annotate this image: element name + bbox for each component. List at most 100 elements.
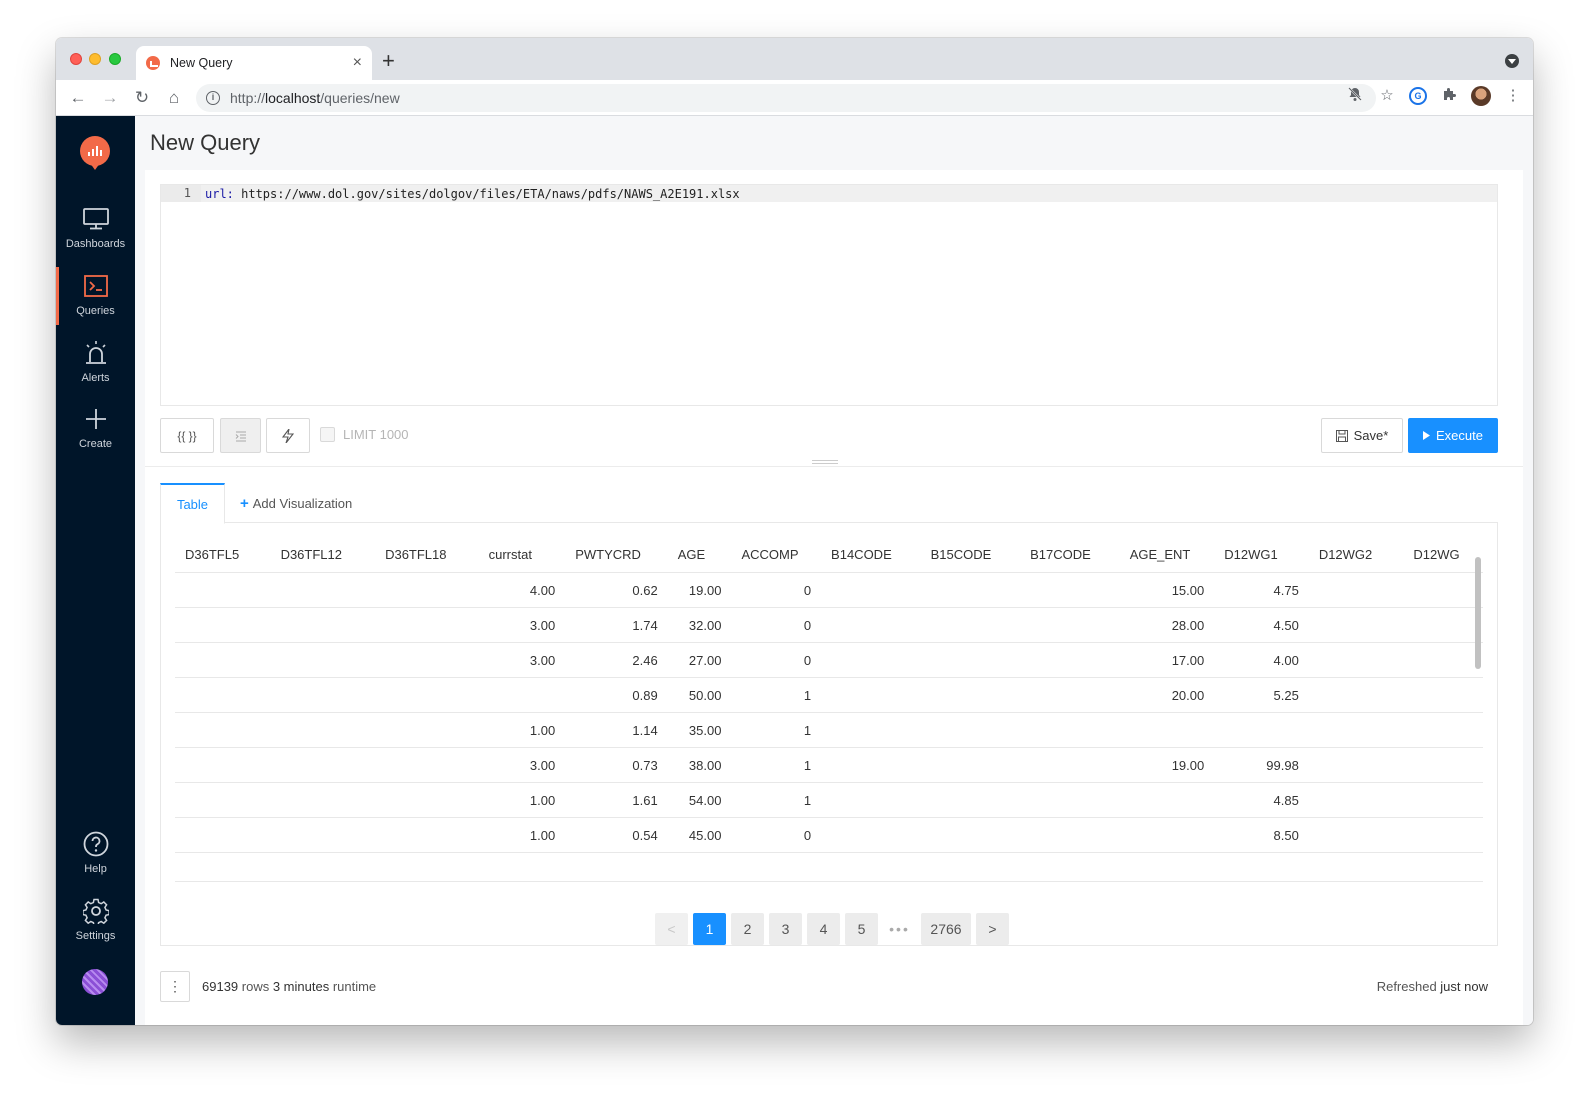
organization-avatar[interactable] xyxy=(82,969,108,995)
page-1-button[interactable]: 1 xyxy=(693,913,726,945)
table-row: 3.00 1.74 32.00 0 28.00 4.50 xyxy=(175,608,1483,643)
vertical-scrollbar[interactable] xyxy=(1475,557,1481,669)
last-page-button[interactable]: 2766 xyxy=(921,913,971,945)
lightning-icon xyxy=(282,428,294,443)
plus-icon xyxy=(56,404,135,434)
execute-button[interactable]: Execute xyxy=(1408,418,1498,453)
kebab-menu-icon[interactable]: ⋮ xyxy=(1503,86,1523,106)
refreshed-status: Refreshed just now xyxy=(1377,979,1488,994)
star-icon[interactable]: ☆ xyxy=(1377,86,1397,106)
tab-table[interactable]: Table xyxy=(160,483,225,524)
add-visualization-button[interactable]: + Add Visualization xyxy=(240,495,352,512)
table-row: 0.89 50.00 1 20.00 5.25 xyxy=(175,678,1483,713)
checkbox[interactable] xyxy=(320,427,335,442)
tab-close-icon[interactable]: × xyxy=(353,54,362,72)
refreshed-value: just now xyxy=(1440,979,1488,994)
results-table[interactable]: D36TFL5 D36TFL12 D36TFL18 currstat PWTYCRD AG… xyxy=(175,537,1483,882)
column-header[interactable]: AGE_ENT xyxy=(1120,547,1215,562)
column-header[interactable]: B14CODE xyxy=(821,547,921,562)
column-header[interactable]: D12WG xyxy=(1403,547,1483,562)
column-header[interactable]: ACCOMP xyxy=(731,547,821,562)
column-header[interactable]: D36TFL5 xyxy=(175,547,271,562)
close-window-button[interactable] xyxy=(70,53,82,65)
table-row: 3.00 2.46 27.00 0 17.00 4.00 xyxy=(175,643,1483,678)
page-5-button[interactable]: 5 xyxy=(845,913,878,945)
redash-logo-icon[interactable] xyxy=(80,136,110,170)
save-icon xyxy=(1335,429,1348,442)
browser-tab[interactable]: New Query × xyxy=(136,46,372,80)
editor-line: 1 url: https://www.dol.gov/sites/dolgov/… xyxy=(161,185,1497,202)
format-query-button[interactable] xyxy=(220,418,261,453)
table-cell: 35.00 xyxy=(688,722,722,738)
bell-off-icon[interactable] xyxy=(1345,86,1365,106)
profile-avatar[interactable] xyxy=(1471,86,1491,106)
refreshed-label: Refreshed xyxy=(1376,979,1441,994)
gear-icon xyxy=(56,896,135,926)
column-header[interactable]: D36TFL12 xyxy=(271,547,376,562)
results-panel: D36TFL5 D36TFL12 D36TFL18 currstat PWTYCRD AG… xyxy=(160,523,1498,946)
table-cell: 1 xyxy=(803,687,812,703)
table-cell: 0 xyxy=(803,582,812,598)
indent-icon xyxy=(235,431,246,441)
sidebar-item-settings[interactable]: Settings xyxy=(56,896,135,956)
visualization-tabs: Table + Add Visualization xyxy=(160,483,1498,524)
next-page-button[interactable]: > xyxy=(976,913,1009,945)
save-button[interactable]: Save* xyxy=(1321,418,1403,453)
column-header[interactable]: currstat xyxy=(479,547,566,562)
extension-g-icon[interactable]: G xyxy=(1409,87,1427,105)
add-parameter-button[interactable]: {{ }} xyxy=(160,418,214,453)
browser-titlebar: New Query × + xyxy=(56,38,1533,80)
prev-page-button[interactable]: < xyxy=(655,913,688,945)
column-header[interactable]: D12WG1 xyxy=(1214,547,1309,562)
page-2-button[interactable]: 2 xyxy=(731,913,764,945)
info-icon[interactable]: i xyxy=(206,91,220,105)
pagination-ellipsis[interactable]: ••• xyxy=(883,913,916,945)
back-arrow-icon[interactable]: ← xyxy=(62,88,94,108)
autocomplete-button[interactable] xyxy=(266,418,310,453)
forward-arrow-icon[interactable]: → xyxy=(94,88,126,108)
table-row: 1.00 0.54 45.00 0 8.50 xyxy=(175,818,1483,853)
column-header[interactable]: B15CODE xyxy=(921,547,1021,562)
reload-icon[interactable]: ↻ xyxy=(126,88,158,108)
execute-label: Execute xyxy=(1436,428,1483,443)
puzzle-extensions-icon[interactable] xyxy=(1439,86,1459,106)
column-header[interactable]: AGE xyxy=(668,547,732,562)
limit-checkbox[interactable]: LIMIT 1000 xyxy=(320,427,409,442)
table-cell: 1.61 xyxy=(632,792,658,808)
column-header[interactable]: D36TFL18 xyxy=(375,547,479,562)
resize-handle[interactable] xyxy=(812,460,838,464)
url-path: /queries/new xyxy=(320,90,400,106)
maximize-window-button[interactable] xyxy=(109,53,121,65)
table-cell: 45.00 xyxy=(688,827,722,843)
page-4-button[interactable]: 4 xyxy=(807,913,840,945)
table-cell: 32.00 xyxy=(688,617,722,633)
column-header[interactable]: B17CODE xyxy=(1020,547,1120,562)
sidebar-item-dashboards[interactable]: Dashboards xyxy=(56,204,135,264)
sidebar-item-help[interactable]: Help xyxy=(56,829,135,889)
url-host: localhost xyxy=(265,90,321,106)
sidebar-item-create[interactable]: Create xyxy=(56,404,135,464)
code-keyword: url: xyxy=(205,186,234,201)
page-title: New Query xyxy=(150,130,261,155)
home-icon[interactable]: ⌂ xyxy=(158,88,190,108)
save-label: Save* xyxy=(1353,428,1389,443)
table-row: 4.00 0.62 19.00 0 15.00 4.75 xyxy=(175,573,1483,608)
sidebar-item-alerts[interactable]: Alerts xyxy=(56,338,135,398)
address-bar[interactable]: i http://localhost/queries/new xyxy=(196,84,1376,112)
minimize-window-button[interactable] xyxy=(89,53,101,65)
sidebar-item-queries[interactable]: Queries xyxy=(56,267,135,331)
column-header[interactable]: PWTYCRD xyxy=(565,547,668,562)
table-cell: 19.00 xyxy=(1171,757,1205,773)
new-tab-button[interactable]: + xyxy=(382,48,395,74)
query-editor[interactable]: 1 url: https://www.dol.gov/sites/dolgov/… xyxy=(160,184,1498,406)
table-cell: 1.00 xyxy=(529,722,556,738)
table-row: 3.00 0.73 38.00 1 19.00 99.98 xyxy=(175,748,1483,783)
query-stats: 69139 rows 3 minutes runtime xyxy=(202,979,376,994)
column-header[interactable]: D12WG2 xyxy=(1309,547,1404,562)
table-body: 4.00 0.62 19.00 0 15.00 4.75 3.00 1.74 32.00 0 28.… xyxy=(175,573,1483,853)
page-3-button[interactable]: 3 xyxy=(769,913,802,945)
main-area: New Query 1 url: https://www.dol.gov/sit… xyxy=(135,116,1533,1025)
table-cell: 1.00 xyxy=(529,827,556,843)
more-actions-button[interactable]: ⋮ xyxy=(160,971,190,1002)
tab-search-icon[interactable] xyxy=(1505,54,1519,68)
